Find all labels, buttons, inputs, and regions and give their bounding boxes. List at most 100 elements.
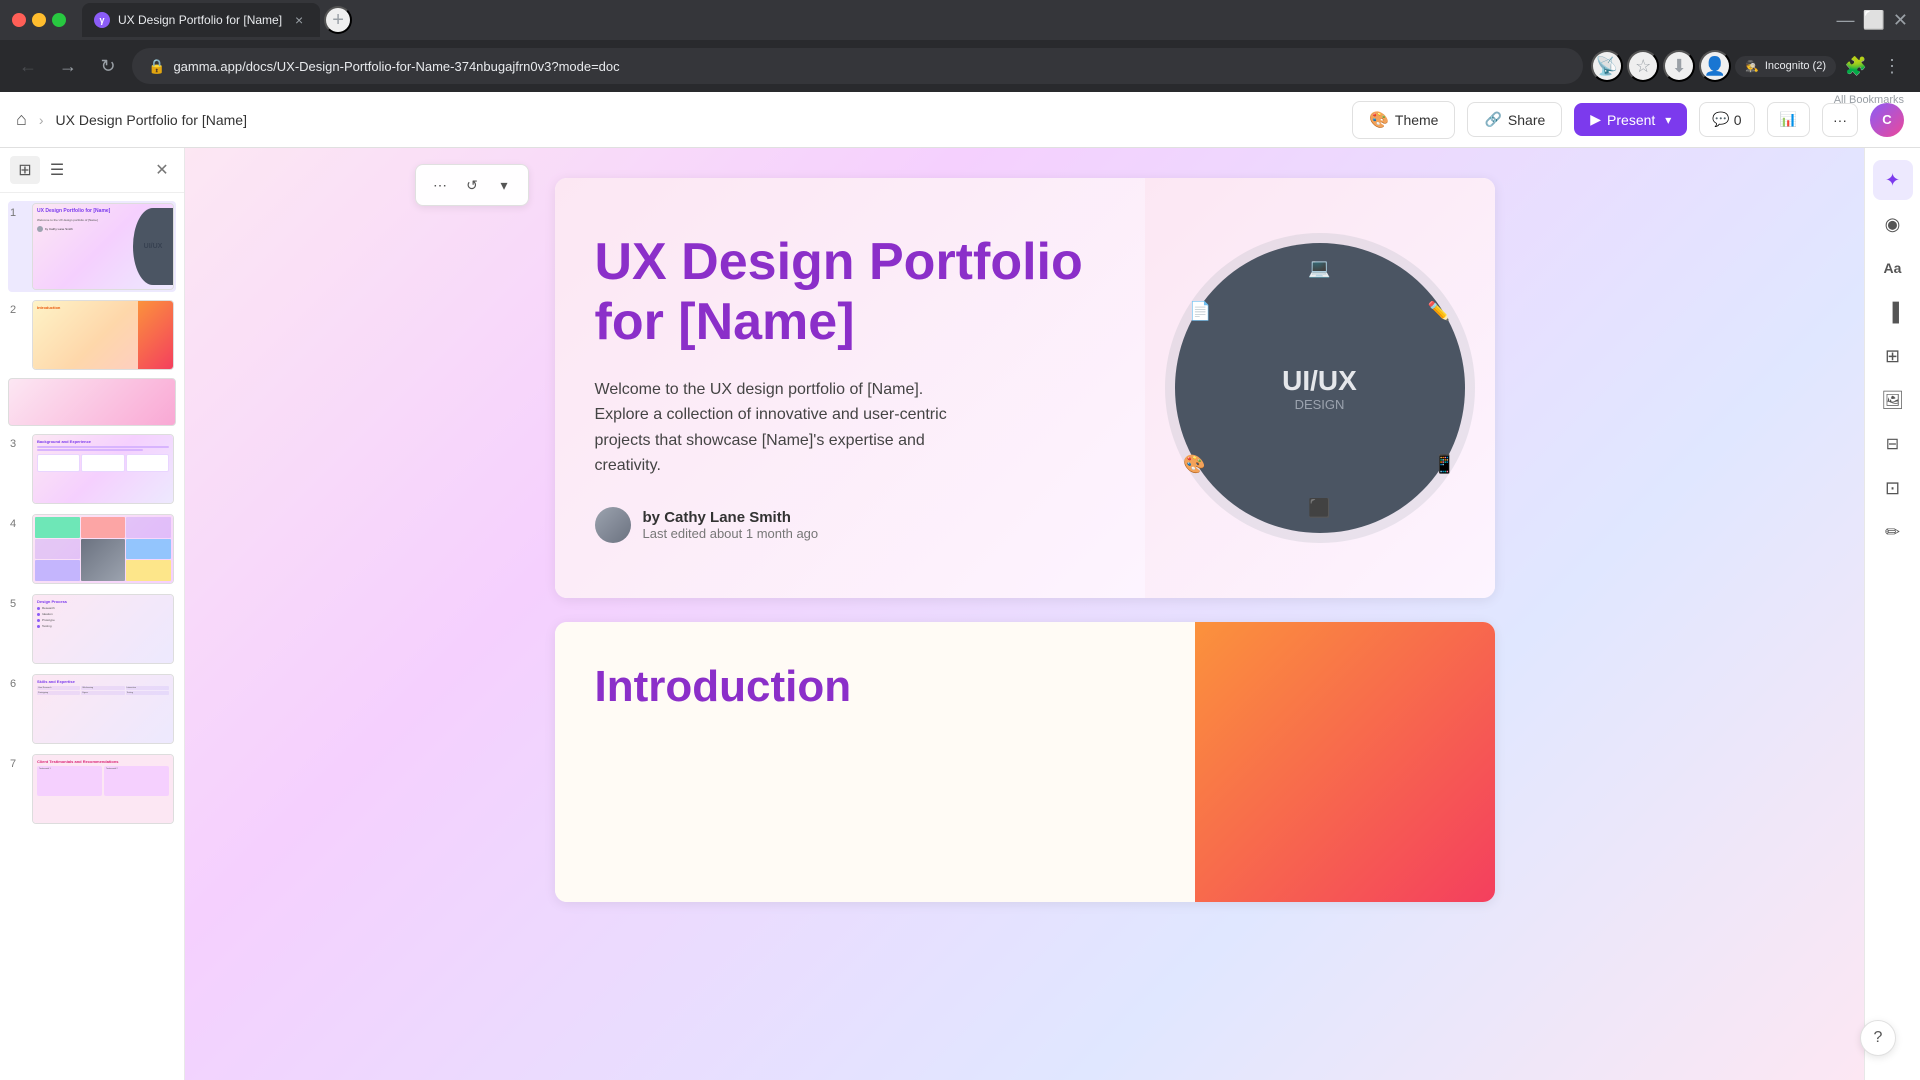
slide-1-author: by Cathy Lane Smith Last edited about 1 … xyxy=(595,507,1105,543)
color-wheel-icon: ◉ xyxy=(1885,214,1901,235)
new-tab-button[interactable]: + xyxy=(324,6,352,34)
slide-rotate-dropdown[interactable]: ▾ xyxy=(490,171,518,199)
slide-1-left-panel: UX Design Portfolio for [Name] Welcome t… xyxy=(555,178,1145,598)
help-icon: ? xyxy=(1874,1029,1883,1047)
edit-button[interactable]: ✏ xyxy=(1873,512,1913,552)
slide-2-left-panel: Introduction xyxy=(555,622,1195,902)
slide-number-1: 1 xyxy=(10,207,26,219)
slide-thumbnail-1[interactable]: 1 UX Design Portfolio for [Name] Welcome… xyxy=(8,201,176,292)
sidebar-header: ⊞ ☰ ✕ xyxy=(0,148,184,193)
sidebar-view-buttons: ⊞ ☰ xyxy=(10,156,144,184)
author-name: by Cathy Lane Smith xyxy=(643,509,819,526)
incognito-icon: 🕵 xyxy=(1745,60,1759,73)
browser-navbar: ← → ↻ 🔒 gamma.app/docs/UX-Design-Portfol… xyxy=(0,40,1920,92)
share-label: Share xyxy=(1508,112,1545,128)
app-header: ⌂ › UX Design Portfolio for [Name] 🎨 The… xyxy=(0,92,1920,148)
slide-number-5: 5 xyxy=(10,598,26,610)
layout-button[interactable]: ⊞ xyxy=(1873,336,1913,376)
list-view-button[interactable]: ☰ xyxy=(42,156,72,184)
share-icon: 🔗 xyxy=(1484,111,1501,128)
slide-number-4: 4 xyxy=(10,518,26,530)
window-maximize-button[interactable] xyxy=(52,13,66,27)
slide-preview-1: UX Design Portfolio for [Name] Welcome t… xyxy=(32,203,174,290)
author-info: by Cathy Lane Smith Last edited about 1 … xyxy=(643,509,819,541)
slide-more-button[interactable]: ⋯ xyxy=(426,171,454,199)
color-theme-button[interactable]: ◉ xyxy=(1873,204,1913,244)
comment-button[interactable]: 💬 0 xyxy=(1699,102,1754,137)
share-button[interactable]: 🔗 Share xyxy=(1467,102,1562,137)
menu-icon[interactable]: ⋮ xyxy=(1876,50,1908,82)
element-button[interactable]: ▐ xyxy=(1873,292,1913,332)
back-button[interactable]: ← xyxy=(12,50,44,82)
slide-rotate-button[interactable]: ↺ xyxy=(458,171,486,199)
extensions-icon[interactable]: 🧩 xyxy=(1840,50,1872,82)
slide-number-3: 3 xyxy=(10,438,26,450)
sp1-avatar xyxy=(37,226,43,232)
main-area: ⊞ ☰ ✕ 1 UX Design Portfolio for [Name] xyxy=(0,148,1920,1080)
lock-icon: 🔒 xyxy=(148,58,165,75)
play-icon: ▶ xyxy=(1590,111,1601,128)
slide-separator xyxy=(8,378,176,426)
uiux-circle: UI/UX DESIGN 💻 ✏️ 📱 ⬛ 📄 xyxy=(1175,243,1465,533)
nav-right: 📡 ☆ ⬇ 👤 🕵 Incognito (2) 🧩 ⋮ xyxy=(1591,50,1908,82)
tab-favicon: γ xyxy=(94,12,110,28)
tab-title: UX Design Portfolio for [Name] xyxy=(118,13,282,27)
sidebar-close-button[interactable]: ✕ xyxy=(150,158,174,182)
slide-preview-7: Client Testimonials and Recommendations … xyxy=(32,754,174,824)
present-button[interactable]: ▶ Present ▾ xyxy=(1574,103,1687,136)
slide-preview-3: Background and Experience xyxy=(32,434,174,504)
breadcrumb-separator: › xyxy=(39,112,44,128)
slide-thumbnail-5[interactable]: 5 Design Process Research Ideation Proto… xyxy=(8,592,176,666)
text-style-button[interactable]: Aa xyxy=(1873,248,1913,288)
restore-icon[interactable]: ⬜ xyxy=(1862,10,1884,31)
refresh-button[interactable]: ↻ xyxy=(92,50,124,82)
incognito-label: Incognito (2) xyxy=(1765,60,1826,72)
theme-button[interactable]: 🎨 Theme xyxy=(1352,101,1456,139)
content-area: ⋯ ↺ ▾ UX Design Portfolio for [Name] Wel… xyxy=(185,148,1864,1080)
slide-thumbnail-3[interactable]: 3 Background and Experience xyxy=(8,432,176,506)
embed-icon: ⊡ xyxy=(1885,478,1900,499)
help-button[interactable]: ? xyxy=(1860,1020,1896,1056)
embed-button[interactable]: ⊡ xyxy=(1873,468,1913,508)
profile-icon[interactable]: 👤 xyxy=(1699,50,1731,82)
slide-thumbnail-7[interactable]: 7 Client Testimonials and Recommendation… xyxy=(8,752,176,826)
grid-view-button[interactable]: ⊞ xyxy=(10,156,40,184)
active-tab[interactable]: γ UX Design Portfolio for [Name] × xyxy=(82,3,320,37)
edit-pen-icon: ✏ xyxy=(1885,522,1900,543)
slide-1-title: UX Design Portfolio for [Name] xyxy=(595,233,1105,353)
slide-number-2: 2 xyxy=(10,304,26,316)
slide-preview-2: Introduction xyxy=(32,300,174,370)
home-icon[interactable]: ⌂ xyxy=(16,109,27,130)
slide-1-right-panel: UI/UX DESIGN 💻 ✏️ 📱 ⬛ 📄 xyxy=(1145,178,1495,598)
minimize-icon[interactable]: — xyxy=(1836,10,1854,31)
slide-thumbnail-6[interactable]: 6 Skills and Expertise User Research Wir… xyxy=(8,672,176,746)
laptop-icon: 💻 xyxy=(1308,258,1330,279)
tab-close-button[interactable]: × xyxy=(290,11,308,29)
slide-thumbnail-2[interactable]: 2 Introduction xyxy=(8,298,176,372)
all-bookmarks-label[interactable]: All Bookmarks xyxy=(1834,94,1904,106)
slide-2-right-panel xyxy=(1195,622,1495,902)
ai-star-icon: ✦ xyxy=(1885,170,1900,191)
table-button[interactable]: ⊟ xyxy=(1873,424,1913,464)
bookmark-star-icon[interactable]: ☆ xyxy=(1627,50,1659,82)
slide-thumbnail-4[interactable]: 4 xyxy=(8,512,176,586)
window-close-button[interactable] xyxy=(12,13,26,27)
image-button[interactable]: 🖼 xyxy=(1873,380,1913,420)
window-minimize-button[interactable] xyxy=(32,13,46,27)
download-icon[interactable]: ⬇ xyxy=(1663,50,1695,82)
address-bar[interactable]: 🔒 gamma.app/docs/UX-Design-Portfolio-for… xyxy=(132,48,1583,84)
slide-card-2: Introduction xyxy=(555,622,1495,902)
layout-icon: ⊞ xyxy=(1885,346,1900,367)
browser-titlebar: γ UX Design Portfolio for [Name] × + — ⬜… xyxy=(0,0,1920,40)
close-icon[interactable]: ✕ xyxy=(1893,10,1908,31)
document-icon: 📄 xyxy=(1189,301,1211,322)
floating-icons: 💻 ✏️ 📱 ⬛ 📄 🎨 xyxy=(1175,243,1465,533)
analytics-button[interactable]: 📊 xyxy=(1767,102,1810,137)
incognito-badge[interactable]: 🕵 Incognito (2) xyxy=(1735,56,1836,77)
forward-button[interactable]: → xyxy=(52,50,84,82)
slide-card-1: UX Design Portfolio for [Name] Welcome t… xyxy=(555,178,1495,598)
slide-preview-6: Skills and Expertise User Research Wiref… xyxy=(32,674,174,744)
browser-frame: γ UX Design Portfolio for [Name] × + — ⬜… xyxy=(0,0,1920,1080)
cast-icon[interactable]: 📡 xyxy=(1591,50,1623,82)
ai-button[interactable]: ✦ xyxy=(1873,160,1913,200)
